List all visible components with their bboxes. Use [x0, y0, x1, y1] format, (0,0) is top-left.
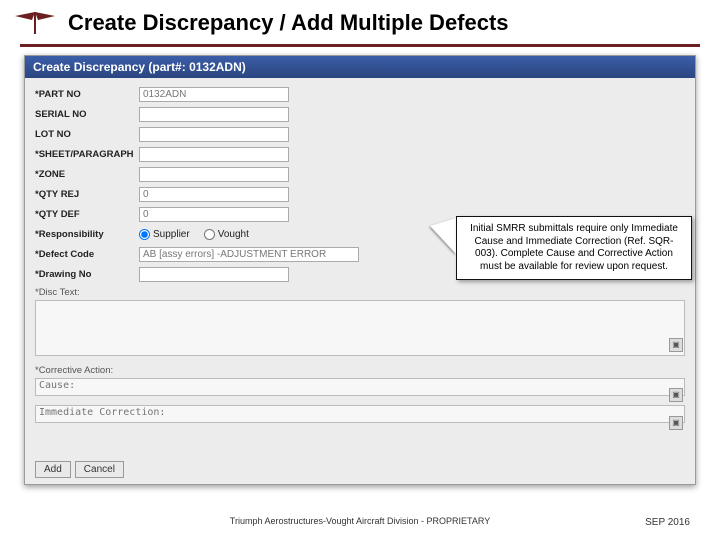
button-row: Add Cancel	[35, 461, 124, 478]
label-lotno: LOT NO	[35, 129, 139, 140]
input-partno[interactable]	[139, 87, 289, 102]
radio-supplier[interactable]	[139, 229, 150, 240]
textarea-cause[interactable]	[35, 378, 685, 396]
scroll-handle-icon[interactable]: ▣	[669, 338, 683, 352]
radio-vought[interactable]	[204, 229, 215, 240]
callout-box: Initial SMRR submittals require only Imm…	[456, 216, 692, 280]
footer-right: SEP 2016	[645, 517, 690, 528]
label-sheet: *SHEET/PARAGRAPH	[35, 149, 139, 160]
input-qtyrej[interactable]	[139, 187, 289, 202]
callout-tail-icon	[430, 218, 456, 254]
footer-center: Triumph Aerostructures-Vought Aircraft D…	[0, 516, 720, 526]
radio-supplier-label[interactable]: Supplier	[139, 229, 190, 240]
add-button[interactable]: Add	[35, 461, 71, 478]
label-qtydef: *QTY DEF	[35, 209, 139, 220]
scroll-handle-icon-3[interactable]: ▣	[669, 416, 683, 430]
label-drawingno: *Drawing No	[35, 269, 139, 280]
logo-icon	[10, 8, 60, 38]
cancel-button[interactable]: Cancel	[75, 461, 124, 478]
scroll-handle-icon-2[interactable]: ▣	[669, 388, 683, 402]
radio-vought-label[interactable]: Vought	[204, 229, 249, 240]
label-responsibility: *Responsibility	[35, 229, 139, 240]
input-defectcode[interactable]	[139, 247, 359, 262]
input-sheet[interactable]	[139, 147, 289, 162]
radio-vought-text: Vought	[218, 229, 249, 240]
label-disctext: *Disc Text:	[35, 287, 685, 298]
input-serialno[interactable]	[139, 107, 289, 122]
textarea-immediate[interactable]	[35, 405, 685, 423]
label-zone: *ZONE	[35, 169, 139, 180]
row-lotno: LOT NO	[35, 126, 685, 143]
row-qtyrej: *QTY REJ	[35, 186, 685, 203]
label-serialno: SERIAL NO	[35, 109, 139, 120]
textarea-disctext[interactable]	[35, 300, 685, 356]
label-partno: *PART NO	[35, 89, 139, 100]
label-corrective: *Corrective Action:	[35, 365, 685, 376]
header-rule	[20, 44, 700, 47]
input-drawingno[interactable]	[139, 267, 289, 282]
callout-text: Initial SMRR submittals require only Imm…	[470, 223, 678, 272]
row-sheet: *SHEET/PARAGRAPH	[35, 146, 685, 163]
input-lotno[interactable]	[139, 127, 289, 142]
slide-header: Create Discrepancy / Add Multiple Defect…	[0, 0, 720, 38]
label-qtyrej: *QTY REJ	[35, 189, 139, 200]
row-zone: *ZONE	[35, 166, 685, 183]
row-partno: *PART NO	[35, 86, 685, 103]
input-zone[interactable]	[139, 167, 289, 182]
row-serialno: SERIAL NO	[35, 106, 685, 123]
responsibility-radios: Supplier Vought	[139, 229, 249, 240]
window-titlebar: Create Discrepancy (part#: 0132ADN)	[25, 56, 695, 78]
radio-supplier-text: Supplier	[153, 229, 190, 240]
input-qtydef[interactable]	[139, 207, 289, 222]
page-title: Create Discrepancy / Add Multiple Defect…	[68, 10, 509, 36]
label-defectcode: *Defect Code	[35, 249, 139, 260]
